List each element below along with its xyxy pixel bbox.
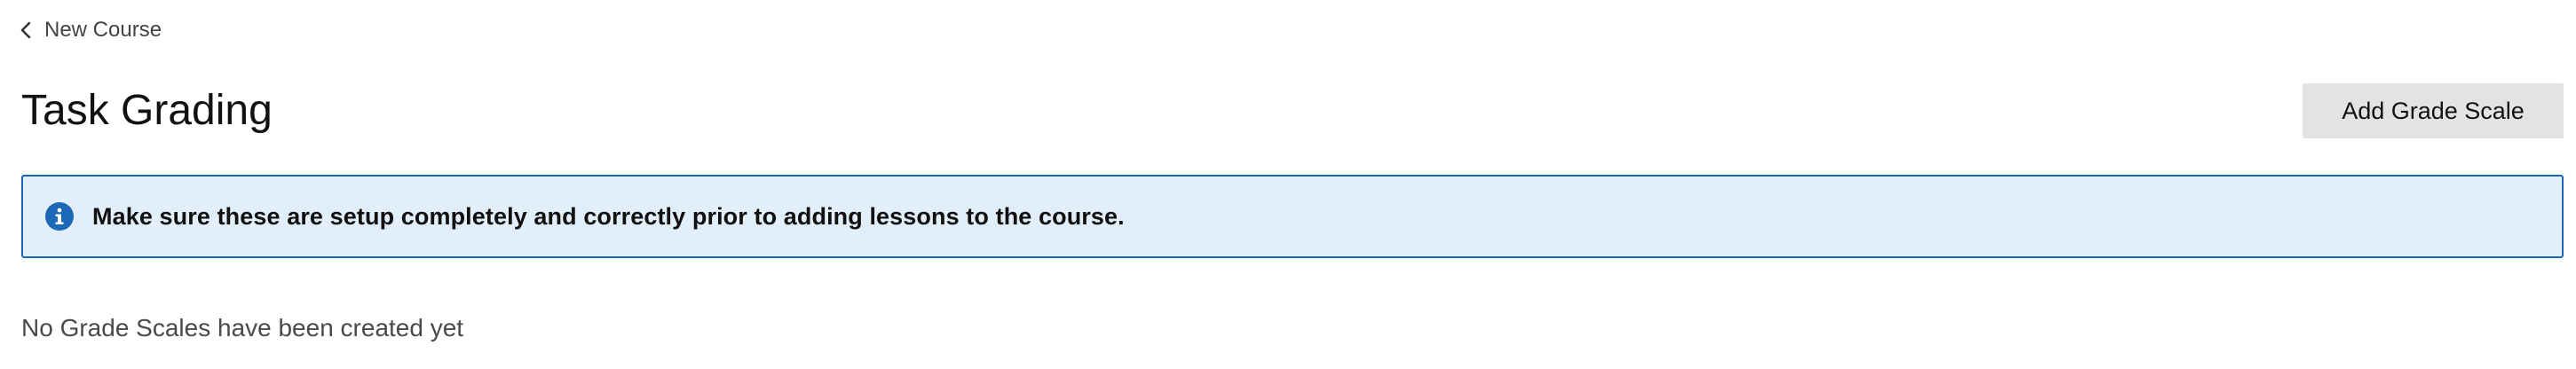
- page-title: Task Grading: [21, 87, 273, 134]
- back-link[interactable]: New Course: [20, 14, 162, 46]
- info-icon: [44, 201, 75, 232]
- chevron-left-icon: [20, 20, 32, 40]
- info-banner-message: Make sure these are setup completely and…: [92, 202, 1125, 230]
- task-grading-page: New Course Task Grading Add Grade Scale …: [0, 0, 2576, 369]
- back-link-label[interactable]: New Course: [44, 18, 162, 43]
- info-banner: Make sure these are setup completely and…: [21, 175, 2564, 258]
- add-grade-scale-button[interactable]: Add Grade Scale: [2303, 83, 2564, 138]
- empty-state-message: No Grade Scales have been created yet: [21, 314, 464, 342]
